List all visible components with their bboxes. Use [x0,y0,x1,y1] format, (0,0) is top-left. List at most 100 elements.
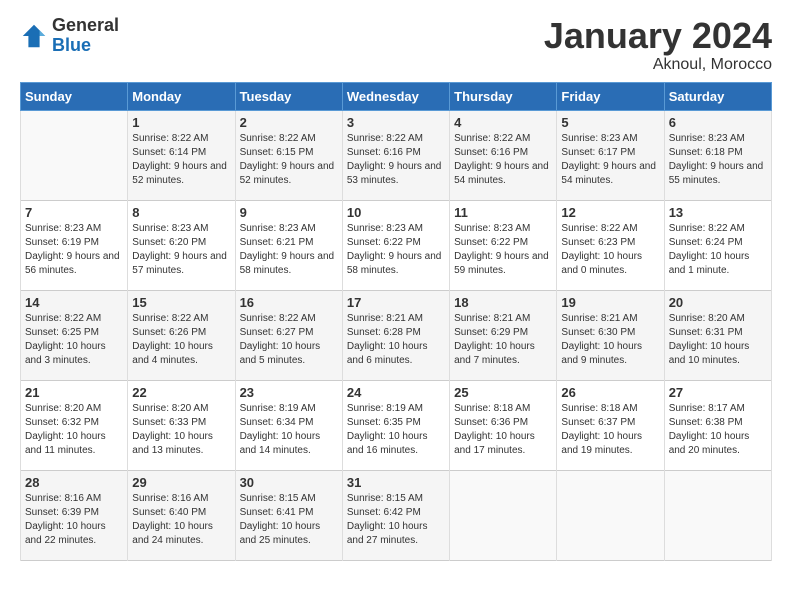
calendar-cell: 3Sunrise: 8:22 AM Sunset: 6:16 PM Daylig… [342,110,449,200]
calendar-cell [21,110,128,200]
day-number: 16 [240,295,338,310]
day-number: 29 [132,475,230,490]
calendar-cell: 18Sunrise: 8:21 AM Sunset: 6:29 PM Dayli… [450,290,557,380]
calendar-cell: 17 Sunrise: 8:21 AM Sunset: 6:28 PM Dayli… [342,290,449,380]
cell-details: Sunrise: 8:21 AM Sunset: 6:28 PM Dayligh… [347,312,445,368]
cell-details: Sunrise: 8:21 AM Sunset: 6:30 PM Dayligh… [561,312,659,368]
cell-details: Sunrise: 8:22 AM Sunset: 6:24 PM Dayligh… [669,222,767,278]
day-header-monday: Monday [128,82,235,110]
calendar-cell: 9 Sunrise: 8:23 AM Sunset: 6:21 PM Daylig… [235,200,342,290]
day-number: 17 [347,295,445,310]
calendar-cell [664,470,771,560]
calendar-cell: 2Sunrise: 8:22 AM Sunset: 6:15 PM Daylig… [235,110,342,200]
calendar-cell: 29 Sunrise: 8:16 AM Sunset: 6:40 PM Dayli… [128,470,235,560]
calendar-cell: 25 Sunrise: 8:18 AM Sunset: 6:36 PM Dayli… [450,380,557,470]
day-number: 30 [240,475,338,490]
day-number: 12 [561,205,659,220]
day-number: 13 [669,205,767,220]
day-number: 6 [669,115,767,130]
cell-details: Sunrise: 8:18 AM Sunset: 6:36 PM Dayligh… [454,402,552,458]
day-header-tuesday: Tuesday [235,82,342,110]
cell-details: Sunrise: 8:20 AM Sunset: 6:31 PM Dayligh… [669,312,767,368]
day-number: 4 [454,115,552,130]
day-number: 21 [25,385,123,400]
day-number: 24 [347,385,445,400]
day-number: 5 [561,115,659,130]
cell-details: Sunrise: 8:23 AM Sunset: 6:18 PM Dayligh… [669,132,767,188]
calendar-cell: 30 Sunrise: 8:15 AM Sunset: 6:41 PM Dayli… [235,470,342,560]
day-number: 22 [132,385,230,400]
day-header-wednesday: Wednesday [342,82,449,110]
logo-icon [20,22,48,50]
calendar-cell: 19 Sunrise: 8:21 AM Sunset: 6:30 PM Dayli… [557,290,664,380]
cell-details: Sunrise: 8:16 AM Sunset: 6:39 PM Dayligh… [25,492,123,548]
calendar-cell: 11 Sunrise: 8:23 AM Sunset: 6:22 PM Dayli… [450,200,557,290]
calendar-cell: 5 Sunrise: 8:23 AM Sunset: 6:17 PM Daylig… [557,110,664,200]
day-number: 19 [561,295,659,310]
cell-details: Sunrise: 8:16 AM Sunset: 6:40 PM Dayligh… [132,492,230,548]
day-number: 23 [240,385,338,400]
cell-details: Sunrise: 8:19 AM Sunset: 6:34 PM Dayligh… [240,402,338,458]
cell-details: Sunrise: 8:22 AM Sunset: 6:15 PM Dayligh… [240,132,338,188]
cell-details: Sunrise: 8:22 AM Sunset: 6:14 PM Dayligh… [132,132,230,188]
calendar-cell: 24 Sunrise: 8:19 AM Sunset: 6:35 PM Dayli… [342,380,449,470]
calendar-cell [450,470,557,560]
cell-details: Sunrise: 8:22 AM Sunset: 6:27 PM Dayligh… [240,312,338,368]
calendar-cell: 22 Sunrise: 8:20 AM Sunset: 6:33 PM Dayli… [128,380,235,470]
day-number: 20 [669,295,767,310]
calendar-cell: 26Sunrise: 8:18 AM Sunset: 6:37 PM Dayli… [557,380,664,470]
cell-details: Sunrise: 8:22 AM Sunset: 6:23 PM Dayligh… [561,222,659,278]
week-row-0: 1Sunrise: 8:22 AM Sunset: 6:14 PM Daylig… [21,110,772,200]
cell-details: Sunrise: 8:20 AM Sunset: 6:32 PM Dayligh… [25,402,123,458]
day-number: 3 [347,115,445,130]
calendar-subtitle: Aknoul, Morocco [544,56,772,74]
day-number: 14 [25,295,123,310]
calendar-cell: 6 Sunrise: 8:23 AM Sunset: 6:18 PM Daylig… [664,110,771,200]
cell-details: Sunrise: 8:22 AM Sunset: 6:16 PM Dayligh… [454,132,552,188]
calendar-cell: 1Sunrise: 8:22 AM Sunset: 6:14 PM Daylig… [128,110,235,200]
cell-details: Sunrise: 8:18 AM Sunset: 6:37 PM Dayligh… [561,402,659,458]
page: General Blue January 2024 Aknoul, Morocc… [0,0,792,612]
cell-details: Sunrise: 8:15 AM Sunset: 6:42 PM Dayligh… [347,492,445,548]
day-header-saturday: Saturday [664,82,771,110]
week-row-1: 7Sunrise: 8:23 AM Sunset: 6:19 PM Daylig… [21,200,772,290]
day-number: 9 [240,205,338,220]
logo-general-text: General [52,16,119,36]
cell-details: Sunrise: 8:15 AM Sunset: 6:41 PM Dayligh… [240,492,338,548]
day-number: 25 [454,385,552,400]
calendar-cell: 14 Sunrise: 8:22 AM Sunset: 6:25 PM Dayli… [21,290,128,380]
cell-details: Sunrise: 8:23 AM Sunset: 6:20 PM Dayligh… [132,222,230,278]
cell-details: Sunrise: 8:20 AM Sunset: 6:33 PM Dayligh… [132,402,230,458]
days-header-row: SundayMondayTuesdayWednesdayThursdayFrid… [21,82,772,110]
day-header-thursday: Thursday [450,82,557,110]
cell-details: Sunrise: 8:23 AM Sunset: 6:22 PM Dayligh… [454,222,552,278]
calendar-cell: 16 Sunrise: 8:22 AM Sunset: 6:27 PM Dayli… [235,290,342,380]
calendar-cell [557,470,664,560]
logo-blue-text: Blue [52,36,119,56]
calendar-cell: 21 Sunrise: 8:20 AM Sunset: 6:32 PM Dayli… [21,380,128,470]
title-block: January 2024 Aknoul, Morocco [544,16,772,74]
cell-details: Sunrise: 8:23 AM Sunset: 6:17 PM Dayligh… [561,132,659,188]
week-row-2: 14 Sunrise: 8:22 AM Sunset: 6:25 PM Dayli… [21,290,772,380]
cell-details: Sunrise: 8:23 AM Sunset: 6:22 PM Dayligh… [347,222,445,278]
calendar-cell: 15Sunrise: 8:22 AM Sunset: 6:26 PM Dayli… [128,290,235,380]
week-row-3: 21 Sunrise: 8:20 AM Sunset: 6:32 PM Dayli… [21,380,772,470]
calendar-cell: 4 Sunrise: 8:22 AM Sunset: 6:16 PM Daylig… [450,110,557,200]
calendar-cell: 23 Sunrise: 8:19 AM Sunset: 6:34 PM Dayli… [235,380,342,470]
day-number: 11 [454,205,552,220]
logo: General Blue [20,16,119,56]
calendar-cell: 10Sunrise: 8:23 AM Sunset: 6:22 PM Dayli… [342,200,449,290]
calendar-cell: 7Sunrise: 8:23 AM Sunset: 6:19 PM Daylig… [21,200,128,290]
day-number: 7 [25,205,123,220]
cell-details: Sunrise: 8:19 AM Sunset: 6:35 PM Dayligh… [347,402,445,458]
cell-details: Sunrise: 8:22 AM Sunset: 6:25 PM Dayligh… [25,312,123,368]
day-number: 15 [132,295,230,310]
day-number: 31 [347,475,445,490]
calendar-cell: 12 Sunrise: 8:22 AM Sunset: 6:23 PM Dayli… [557,200,664,290]
cell-details: Sunrise: 8:21 AM Sunset: 6:29 PM Dayligh… [454,312,552,368]
calendar-cell: 13 Sunrise: 8:22 AM Sunset: 6:24 PM Dayli… [664,200,771,290]
calendar-cell: 28Sunrise: 8:16 AM Sunset: 6:39 PM Dayli… [21,470,128,560]
calendar-cell: 20 Sunrise: 8:20 AM Sunset: 6:31 PM Dayli… [664,290,771,380]
logo-text: General Blue [52,16,119,56]
cell-details: Sunrise: 8:23 AM Sunset: 6:21 PM Dayligh… [240,222,338,278]
